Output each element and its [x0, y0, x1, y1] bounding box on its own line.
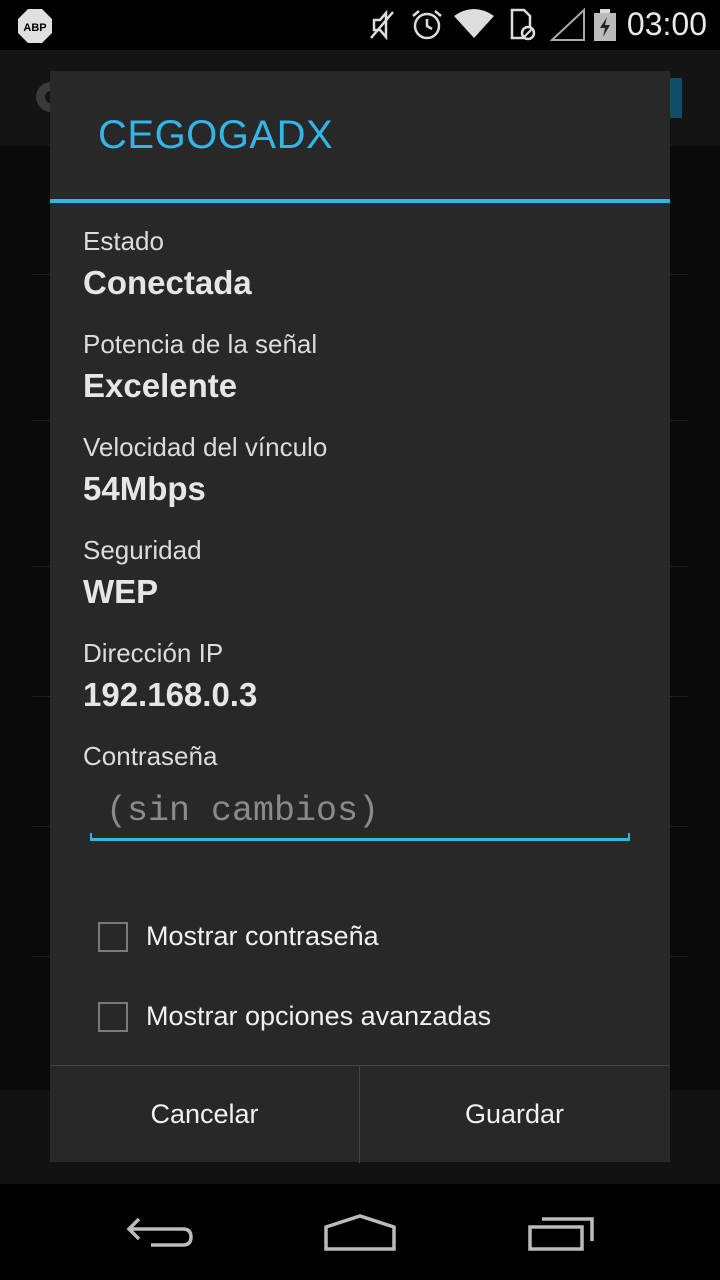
wifi-icon	[454, 9, 494, 38]
password-input[interactable]: (sin cambios)	[90, 783, 630, 841]
checkbox-box[interactable]	[98, 922, 128, 952]
input-underline-tick	[628, 833, 630, 841]
alarm-icon	[412, 10, 442, 40]
status-value: Conectada	[83, 264, 252, 301]
security-value: WEP	[83, 573, 159, 610]
link-speed-label: Velocidad del vínculo	[83, 432, 328, 462]
battery-icon	[594, 9, 616, 41]
show-advanced-options-label: Mostrar opciones avanzadas	[146, 1001, 492, 1031]
save-button[interactable]: Guardar	[360, 1066, 669, 1163]
signal-strength-label: Potencia de la señal	[83, 329, 318, 359]
show-password-checkbox[interactable]: Mostrar contraseña	[96, 913, 636, 963]
signal-icon	[550, 8, 585, 41]
sim-icon	[510, 8, 536, 41]
recents-icon	[528, 1217, 594, 1251]
input-underline	[90, 838, 630, 841]
status-label: Estado	[83, 226, 164, 256]
navigation-bar	[0, 1184, 720, 1280]
cancel-button[interactable]: Cancelar	[50, 1066, 359, 1163]
mute-icon	[370, 9, 394, 41]
back-icon	[126, 1217, 193, 1247]
home-icon	[324, 1214, 396, 1251]
checkbox-box[interactable]	[98, 1002, 128, 1032]
password-placeholder: (sin cambios)	[106, 791, 380, 831]
wifi-network-dialog: CEGOGADX Estado Conectada Potencia de la…	[50, 71, 670, 1163]
show-password-label: Mostrar contraseña	[146, 921, 379, 951]
ip-address-label: Dirección IP	[83, 638, 224, 668]
status-bar: ABP 03:00	[0, 0, 720, 50]
svg-text:ABP: ABP	[23, 22, 46, 34]
dialog-title: CEGOGADX	[98, 113, 334, 157]
clock: 03:00	[626, 6, 707, 42]
dialog-button-bar: Cancelar Guardar	[50, 1065, 670, 1163]
home-button[interactable]	[300, 1198, 420, 1268]
security-label: Seguridad	[83, 535, 202, 565]
password-label: Contraseña	[83, 741, 218, 771]
show-advanced-options-checkbox[interactable]: Mostrar opciones avanzadas	[96, 993, 636, 1043]
link-speed-value: 54Mbps	[83, 470, 206, 507]
ip-address-value: 192.168.0.3	[83, 676, 258, 713]
title-divider	[50, 199, 670, 203]
abp-icon: ABP	[18, 9, 52, 43]
recents-button[interactable]	[502, 1198, 622, 1268]
signal-strength-value: Excelente	[83, 367, 238, 404]
back-button[interactable]	[100, 1198, 220, 1268]
input-underline-tick	[90, 833, 92, 841]
